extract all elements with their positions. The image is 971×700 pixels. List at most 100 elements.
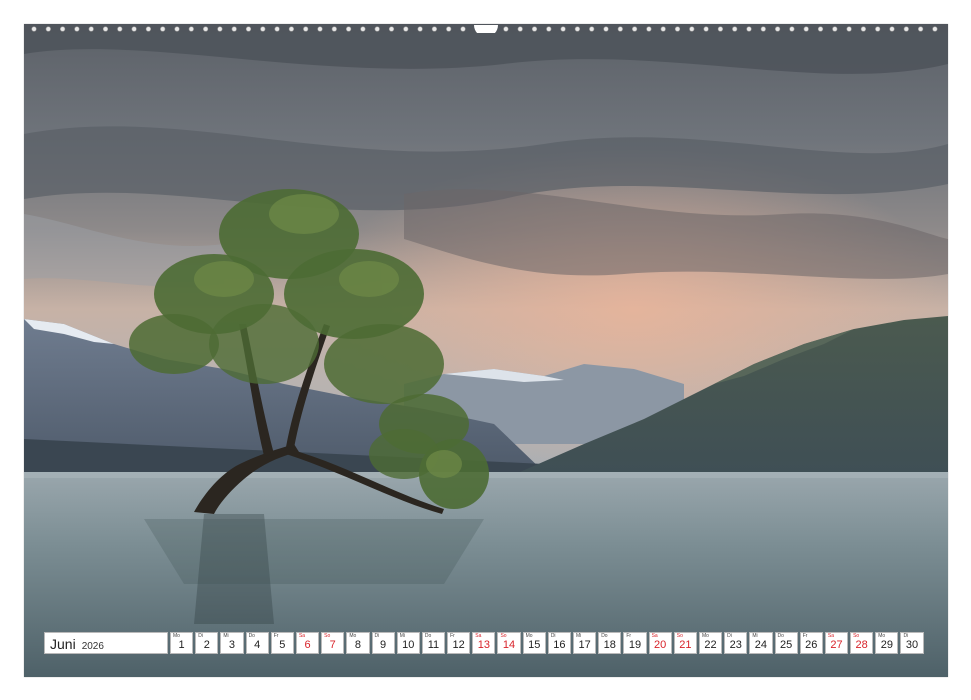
binding-hole: [817, 26, 824, 32]
binding-hole: [360, 26, 366, 32]
day-number: 17: [578, 639, 591, 651]
day-cell: Sa 27: [824, 632, 849, 654]
day-cell: So 7: [321, 632, 345, 654]
day-number: 7: [329, 639, 336, 651]
day-cell: Mo 15: [522, 632, 546, 654]
day-cell: So 21: [673, 632, 697, 654]
day-number: 9: [380, 639, 387, 651]
binding-hole: [74, 26, 80, 32]
day-number: 21: [679, 639, 692, 651]
binding-hole: [574, 26, 581, 32]
binding-hole: [903, 26, 909, 32]
day-cell: Sa 20: [648, 632, 672, 654]
binding-hole: [374, 26, 380, 32]
binding-hole: [746, 26, 752, 32]
binding-hole: [131, 26, 137, 32]
binding-hole: [832, 26, 838, 32]
day-cell: Di 9: [371, 632, 395, 654]
binding-hole: [145, 26, 151, 32]
day-cell: Do 25: [774, 632, 798, 654]
day-number: 11: [427, 639, 440, 651]
day-number: 15: [528, 639, 541, 651]
day-cell: Do 11: [421, 632, 446, 654]
binding-hole: [546, 26, 552, 32]
spiral-binding: [30, 25, 942, 33]
binding-hole: [31, 26, 37, 32]
day-number: 29: [880, 639, 893, 651]
day-cell: Mo 29: [875, 632, 899, 654]
binding-hole: [403, 26, 409, 32]
day-number: 13: [477, 639, 490, 651]
landscape-photo: [24, 24, 948, 677]
binding-hole: [703, 26, 709, 32]
binding-hole: [617, 26, 623, 32]
binding-hole: [88, 26, 94, 32]
day-cell: Do 18: [598, 632, 622, 654]
day-number: 5: [279, 639, 286, 651]
binding-hole: [689, 26, 695, 32]
binding-hole: [346, 26, 352, 32]
day-number: 19: [628, 639, 642, 651]
binding-hole: [303, 26, 309, 32]
hanger-notch: [474, 25, 498, 33]
day-cell: Sa 13: [472, 632, 496, 654]
binding-hole: [102, 26, 109, 32]
binding-hole: [674, 26, 681, 32]
day-number: 25: [779, 639, 793, 651]
month-name: Juni: [50, 636, 76, 652]
binding-hole: [274, 26, 280, 32]
binding-hole: [660, 26, 666, 32]
month-label: Juni 2026: [44, 632, 168, 654]
binding-hole: [331, 26, 337, 32]
day-cell: Fr 5: [270, 632, 294, 654]
day-cell: Sa 6: [295, 632, 320, 654]
day-cell: Do 4: [245, 632, 269, 654]
day-number: 1: [178, 639, 185, 651]
day-cell: Mi 24: [749, 632, 773, 654]
binding-hole: [517, 26, 523, 32]
day-cell: Di 23: [724, 632, 748, 654]
binding-hole: [217, 26, 223, 32]
binding-hole: [317, 26, 323, 32]
binding-hole: [760, 26, 766, 32]
binding-hole: [732, 26, 738, 32]
binding-hole: [460, 26, 466, 32]
day-cell: Mo 22: [698, 632, 723, 654]
binding-hole: [188, 26, 194, 32]
day-number: 3: [228, 639, 236, 651]
binding-hole: [231, 26, 237, 32]
binding-hole: [446, 26, 452, 32]
binding-hole: [203, 26, 209, 32]
binding-hole: [932, 26, 938, 32]
binding-hole: [560, 26, 566, 32]
day-cell: Di 30: [900, 632, 924, 654]
day-number: 18: [603, 639, 616, 651]
binding-hole: [917, 26, 924, 32]
day-number: 6: [304, 639, 311, 651]
binding-hole: [631, 26, 638, 32]
day-number: 10: [402, 639, 415, 651]
day-number: 8: [354, 639, 361, 651]
calendar-page: Juni 2026 Mo 1 Di 2 Mi 3 Do 4 Fr 5 Sa 6 So 7 Mo 8 Di 9 Mi 1…: [0, 0, 971, 700]
binding-hole: [117, 26, 123, 32]
day-number: 27: [830, 639, 843, 651]
binding-hole: [417, 26, 423, 32]
day-number: 23: [729, 639, 742, 651]
day-cell: Mi 10: [396, 632, 420, 654]
binding-hole: [245, 26, 252, 32]
day-cell: Fr 19: [623, 632, 647, 654]
day-number: 22: [704, 639, 717, 651]
day-cell: Fr 26: [799, 632, 823, 654]
binding-hole: [288, 26, 295, 32]
day-cell: So 28: [850, 632, 874, 654]
binding-hole: [174, 26, 180, 32]
binding-hole: [589, 26, 595, 32]
day-number: 12: [452, 639, 465, 651]
binding-hole: [59, 26, 66, 32]
binding-hole: [160, 26, 166, 32]
calendar-strip: Juni 2026 Mo 1 Di 2 Mi 3 Do 4 Fr 5 Sa 6 So 7 Mo 8 Di 9 Mi 1…: [44, 632, 928, 656]
binding-hole: [717, 26, 724, 32]
binding-hole: [503, 26, 509, 32]
binding-hole: [45, 26, 51, 32]
binding-hole: [603, 26, 609, 32]
